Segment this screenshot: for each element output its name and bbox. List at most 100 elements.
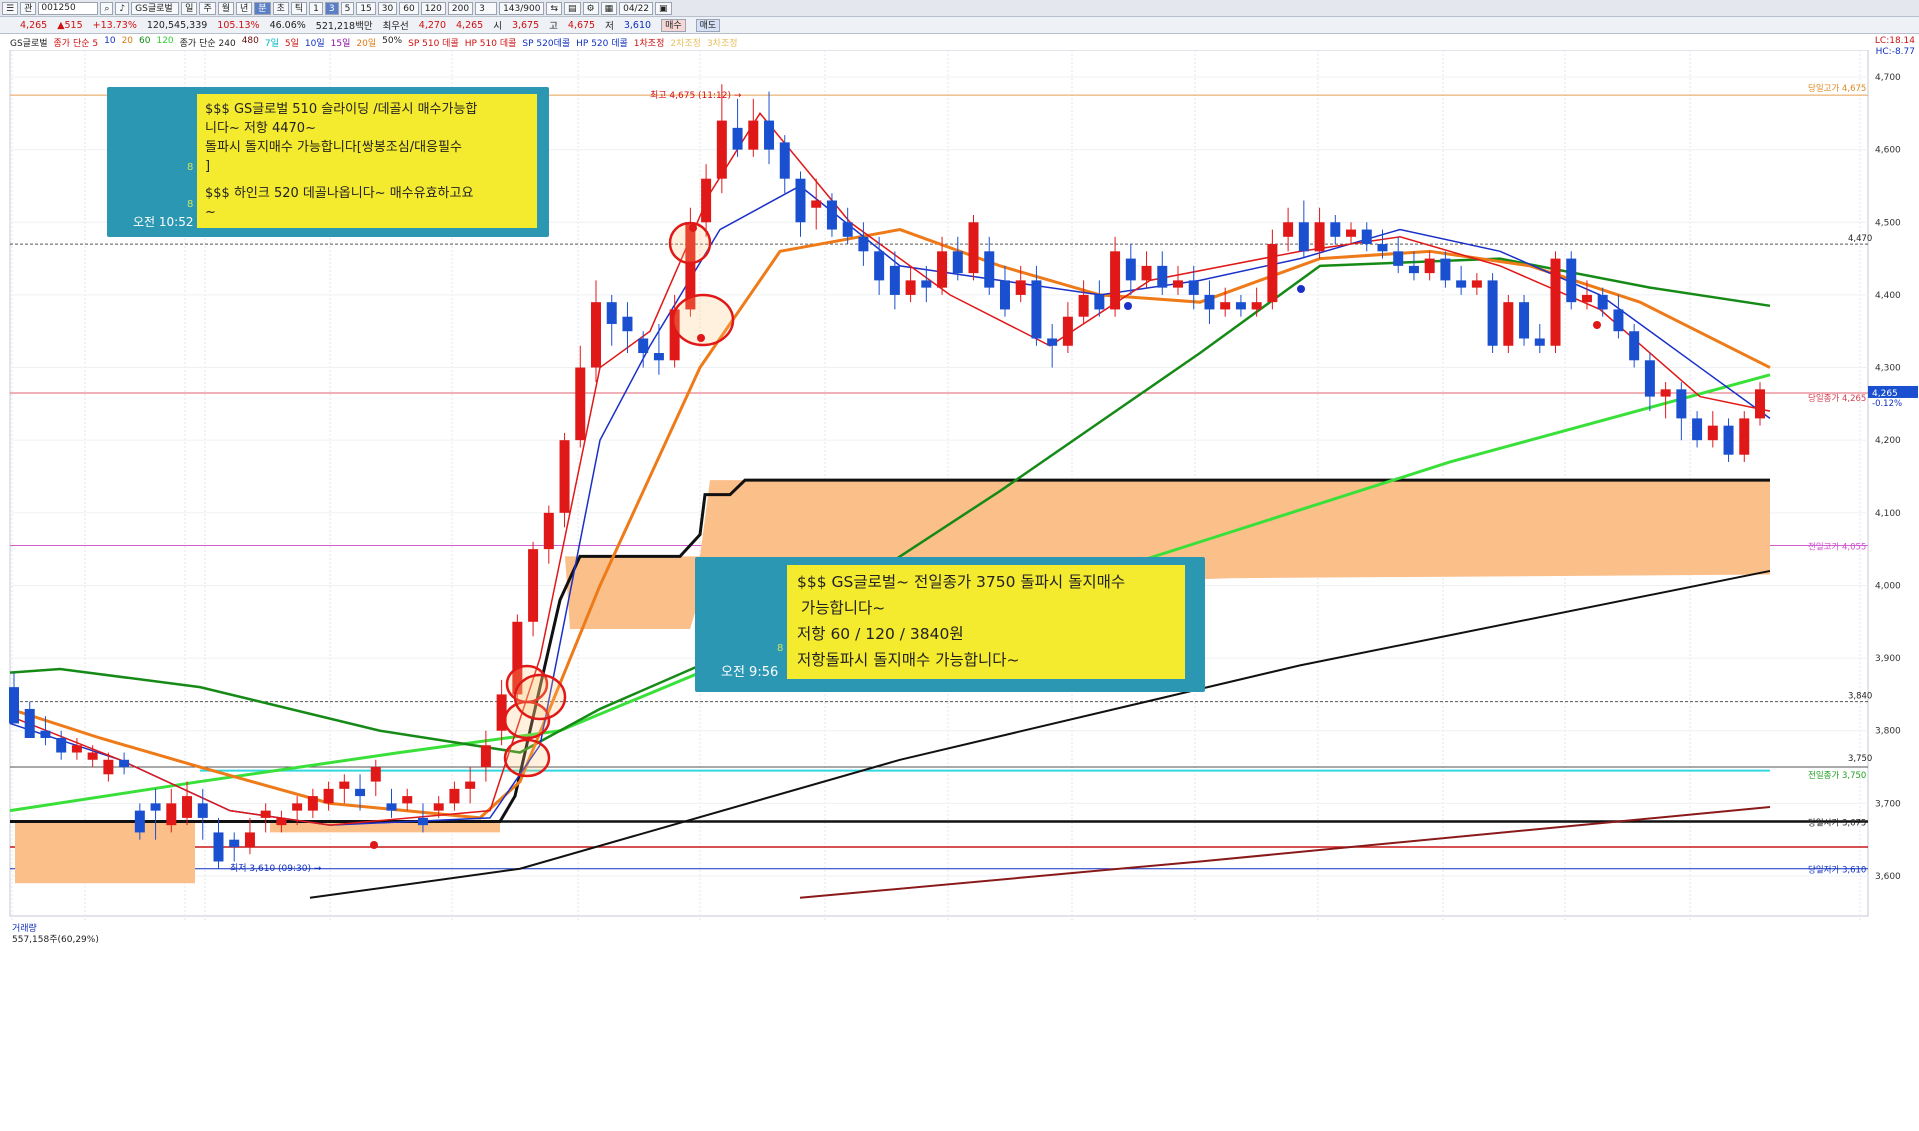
settings-icon[interactable]: ⚙ [582,1,599,15]
period-second[interactable]: 초 [272,1,289,15]
candle-body [716,120,727,179]
range-field[interactable]: 143/900 [499,1,545,15]
candle-body [968,222,979,274]
legend-extra1[interactable]: 2차조정 [670,36,701,49]
candle-body [1298,222,1309,252]
legend-period-10[interactable]: 10일 [305,36,325,49]
legend-hp510[interactable]: HP 510 데콜 [465,36,517,49]
tool-icon-2[interactable]: ▤ [564,1,581,15]
candle-body [1393,251,1404,266]
legend-sp520[interactable]: SP 520데콜 [522,36,570,49]
legend-period-7[interactable]: 7일 [265,36,279,49]
legend-period-15[interactable]: 15일 [331,36,351,49]
note1-count-1: 8 [187,162,194,173]
legend-ma-price[interactable]: 종가 단순 5 [54,36,99,49]
candle-body [559,440,570,513]
period-week[interactable]: 주 [199,1,216,15]
candle-body [386,803,397,811]
mode-select[interactable]: 관 [20,1,37,15]
legend-ma-10[interactable]: 10 [104,36,115,49]
candle-body [1235,302,1246,310]
interval-60[interactable]: 60 [399,1,419,15]
tool-icon-1[interactable]: ⇆ [546,1,562,15]
interval-30[interactable]: 30 [377,1,398,15]
legend-ma-20[interactable]: 20 [122,36,133,49]
period-minute[interactable]: 분 [254,1,271,15]
chat-note-1: $$$ GS글로벌 510 슬라이딩 /데골시 매수가능합 니다~ 저항 447… [107,87,549,237]
candle-body [9,687,19,724]
interval-200[interactable]: 200 [447,1,474,15]
legend-ma-vol[interactable]: 종가 단순 240 [180,36,236,49]
legend-sp510[interactable]: SP 510 데콜 [408,36,459,49]
current-price: 4,265 [20,19,48,31]
note1-line4: ] [205,159,211,174]
candle-body [811,200,822,208]
candle-body [543,512,554,550]
sell-button[interactable]: 매도 [695,18,721,32]
candle-body [292,803,303,811]
price-tag-value: 4,265 [1872,389,1898,399]
candle-body [528,549,539,622]
candle-body [826,200,837,230]
candle-body [1739,418,1750,455]
highlight-circle [503,738,551,778]
menu-icon[interactable]: ☰ [2,1,19,15]
candle-body [1283,222,1294,237]
candle-body [1047,338,1058,346]
tool-icon-3[interactable]: ▦ [600,1,618,15]
high-price: 4,675 [567,19,596,31]
calendar-icon[interactable]: ▣ [655,1,672,15]
candle-body [1660,389,1671,397]
period-tick[interactable]: 틱 [290,1,308,15]
interval-15[interactable]: 15 [356,1,376,15]
note1-time: 오전 10:52 [133,215,194,229]
interval-120[interactable]: 120 [420,1,446,15]
legend-ma-60[interactable]: 60 [139,36,150,49]
candle-body [1125,258,1136,281]
price-tick-label: 4,600 [1875,146,1901,156]
interval-5[interactable]: 5 [340,1,355,15]
count-select[interactable]: 3 [475,1,498,15]
cloud-left [15,821,195,884]
candle-body [260,810,271,818]
note1-line1: $$$ GS글로벌 510 슬라이딩 /데골시 매수가능합 [205,102,478,117]
candle-body [575,367,586,441]
candle-body [1692,418,1703,441]
candle-body [1471,280,1482,288]
period-year[interactable]: 년 [236,1,253,15]
candle-body [1440,258,1451,281]
candle-body [229,839,240,847]
note2-line3: 저항 60 / 120 / 3840원 [797,625,964,643]
volume-ratio: 105.13% [217,19,260,31]
speaker-icon[interactable]: ♪ [115,1,130,15]
legend-cho[interactable]: 1차조정 [634,36,665,49]
legend-ma-120[interactable]: 120 [156,36,173,49]
period-day[interactable]: 일 [181,1,198,15]
legend-hp520[interactable]: HP 520 데콜 [576,36,628,49]
legend-extra2[interactable]: 3차조정 [707,36,738,49]
candle-body [1534,338,1545,346]
price-tick-label: 4,500 [1875,218,1901,228]
legend-ma-480[interactable]: 480 [242,36,259,49]
date-field[interactable]: 04/22 [619,1,654,15]
day-low-label: 당일저가 3,610 [1808,865,1866,876]
legend-pct[interactable]: 50% [382,36,402,49]
day-open-label: 당일시가 3,675 [1808,818,1866,829]
candle-body [1424,258,1435,274]
buy-button[interactable]: 매수 [661,18,686,32]
lc-value: LC:18.14 [1874,36,1915,46]
interval-1[interactable]: 1 [309,1,323,15]
legend-symbol[interactable]: GS글로벌 [10,36,48,49]
stock-code-input[interactable]: 001250 [38,1,99,15]
level-3840-label: 3,840 [1848,692,1872,702]
period-month[interactable]: 월 [217,1,234,15]
legend-period-20[interactable]: 20일 [356,36,376,49]
interval-3[interactable]: 3 [324,1,339,15]
stock-name-field[interactable]: GS글로벌 [131,1,180,15]
candle-body [1723,425,1734,455]
volume-panel-header: 거래량 557,158주(60,29%) [12,924,99,946]
legend-period-5[interactable]: 5일 [285,36,299,49]
search-icon[interactable]: ⌕ [100,1,114,15]
candle-body [71,745,82,753]
candle-body [134,810,145,833]
